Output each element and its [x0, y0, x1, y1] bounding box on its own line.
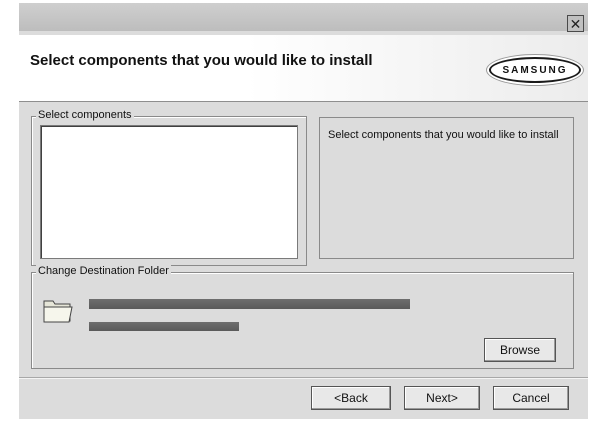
dialog-header: Select components that you would like to…	[19, 35, 588, 102]
next-button[interactable]: Next>	[404, 386, 480, 410]
destination-legend: Change Destination Folder	[36, 265, 171, 277]
destination-path-bar	[89, 299, 410, 309]
component-description: Select components that you would like to…	[328, 129, 559, 141]
browse-button[interactable]: Browse	[484, 338, 556, 362]
page-title: Select components that you would like to…	[30, 52, 373, 69]
title-bar: ✕	[19, 3, 588, 32]
destination-path-bar-secondary	[89, 322, 239, 331]
back-button[interactable]: <Back	[311, 386, 391, 410]
component-description-box: Select components that you would like to…	[319, 117, 574, 259]
footer-divider	[19, 377, 588, 379]
logo-text: SAMSUNG	[502, 64, 568, 76]
cancel-button[interactable]: Cancel	[493, 386, 569, 410]
components-legend: Select components	[36, 109, 134, 121]
components-list[interactable]	[40, 125, 298, 259]
samsung-logo: SAMSUNG	[489, 57, 581, 83]
installer-dialog: ✕ Select components that you would like …	[19, 3, 588, 419]
close-icon[interactable]: ✕	[567, 15, 584, 32]
folder-icon	[43, 300, 73, 323]
